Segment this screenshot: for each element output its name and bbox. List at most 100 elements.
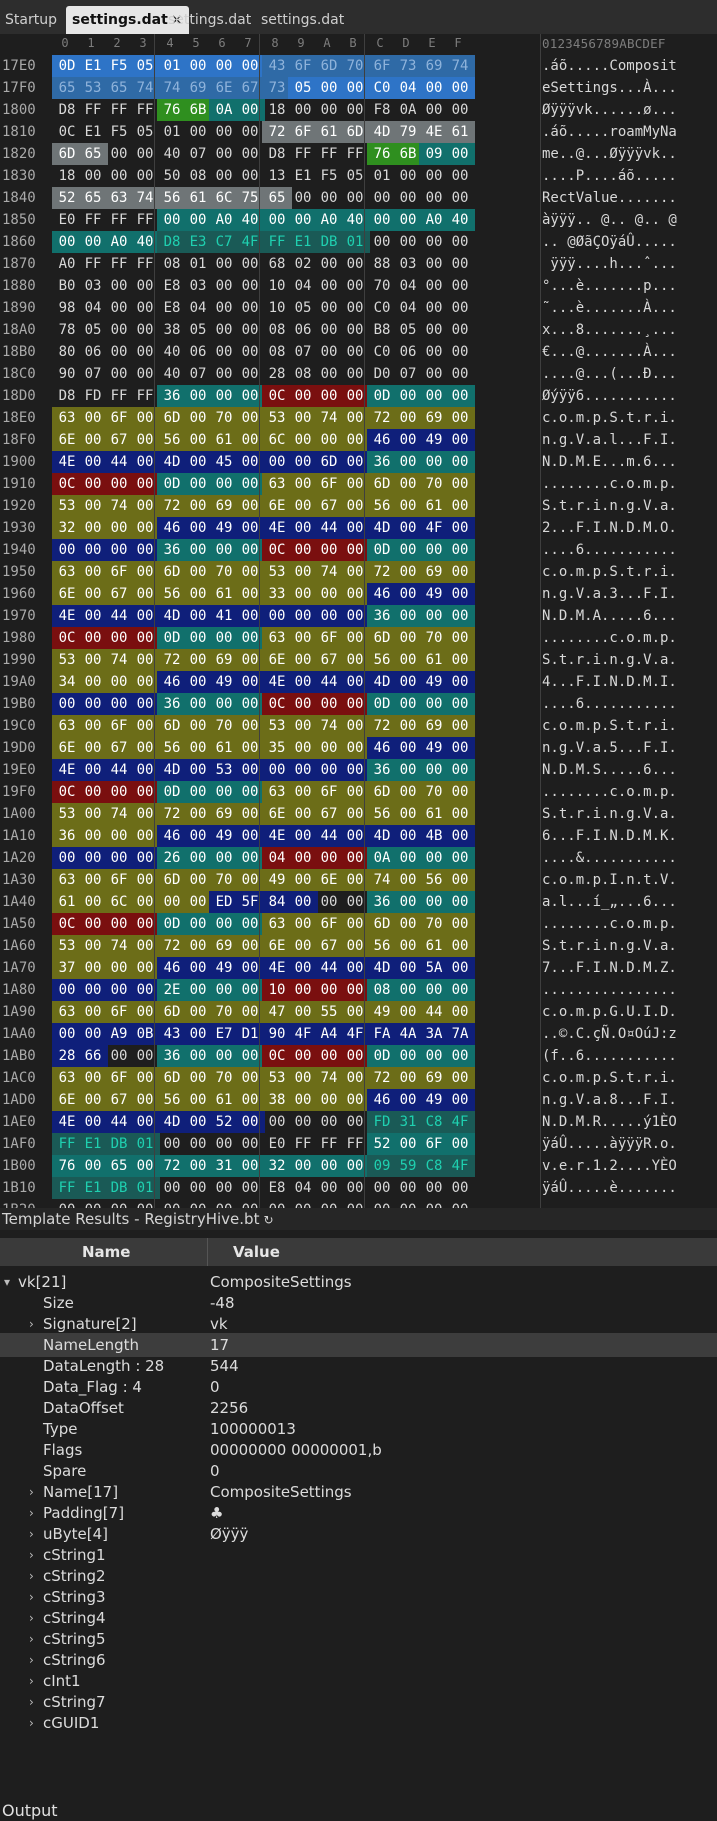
hex-byte[interactable]: 00: [130, 803, 160, 825]
hex-byte[interactable]: 00: [445, 363, 475, 385]
ascii-text[interactable]: S.t.r.i.n.g.V.a.: [542, 495, 677, 517]
hex-byte[interactable]: 00: [340, 869, 370, 891]
ascii-text[interactable]: 6...F.I.N.D.M.K.: [542, 825, 677, 847]
hex-byte[interactable]: 00: [235, 957, 265, 979]
hex-byte[interactable]: 00: [340, 1199, 370, 1208]
hex-byte[interactable]: 00: [340, 319, 370, 341]
hex-byte[interactable]: 00: [235, 429, 265, 451]
hex-byte[interactable]: 75: [235, 187, 265, 209]
hex-byte[interactable]: 00: [130, 165, 160, 187]
hex-byte[interactable]: 00: [130, 275, 160, 297]
hex-byte[interactable]: 00: [340, 341, 370, 363]
ascii-text[interactable]: ........c.o.m.p.: [542, 473, 677, 495]
hex-byte[interactable]: 00: [445, 297, 475, 319]
hex-byte[interactable]: 00: [235, 143, 265, 165]
hex-byte[interactable]: 74: [130, 187, 160, 209]
ascii-text[interactable]: ....@...(...Ð...: [542, 363, 677, 385]
hex-byte[interactable]: 00: [340, 605, 370, 627]
hex-byte[interactable]: 00: [340, 957, 370, 979]
hex-byte[interactable]: 00: [235, 825, 265, 847]
hex-byte[interactable]: 74: [130, 77, 160, 99]
hex-byte[interactable]: 40: [445, 209, 475, 231]
hex-byte[interactable]: 00: [340, 495, 370, 517]
hex-byte[interactable]: 7A: [445, 1023, 475, 1045]
ascii-text[interactable]: ....6...........: [542, 693, 677, 715]
hex-byte[interactable]: 00: [235, 121, 265, 143]
hex-byte[interactable]: 01: [130, 1177, 160, 1199]
hex-byte[interactable]: 00: [130, 1111, 160, 1133]
hex-byte[interactable]: 00: [235, 495, 265, 517]
hex-byte[interactable]: 00: [445, 407, 475, 429]
ascii-text[interactable]: n.g.V.a.5...F.I.: [542, 737, 677, 759]
hex-byte[interactable]: 00: [235, 1177, 265, 1199]
hex-byte[interactable]: 00: [445, 231, 475, 253]
hex-byte[interactable]: 00: [445, 847, 475, 869]
hex-byte[interactable]: 00: [340, 693, 370, 715]
hex-byte[interactable]: 00: [235, 693, 265, 715]
ascii-text[interactable]: ˜...è.......À...: [542, 297, 677, 319]
hex-byte[interactable]: 05: [130, 121, 160, 143]
hex-byte[interactable]: 05: [340, 165, 370, 187]
ascii-text[interactable]: 4...F.I.N.D.M.I.: [542, 671, 677, 693]
hex-byte[interactable]: 00: [340, 583, 370, 605]
hex-byte[interactable]: 00: [340, 1089, 370, 1111]
hex-byte[interactable]: 00: [235, 1001, 265, 1023]
hex-byte[interactable]: 00: [130, 913, 160, 935]
hex-byte[interactable]: 01: [130, 1133, 160, 1155]
ascii-text[interactable]: .. @ØãÇOÿáÛ.....: [542, 231, 677, 253]
hex-byte[interactable]: 00: [445, 737, 475, 759]
hex-byte[interactable]: 00: [235, 1067, 265, 1089]
ascii-text[interactable]: n.g.V.a.3...F.I.: [542, 583, 677, 605]
hex-byte[interactable]: 00: [445, 143, 475, 165]
hex-byte[interactable]: 00: [235, 627, 265, 649]
hex-byte[interactable]: 00: [340, 363, 370, 385]
template-row[interactable]: › cGUID1: [0, 1711, 717, 1735]
hex-byte[interactable]: 00: [340, 77, 370, 99]
hex-byte[interactable]: 00: [130, 1089, 160, 1111]
hex-byte[interactable]: 5F: [235, 891, 265, 913]
hex-byte[interactable]: 40: [340, 209, 370, 231]
hex-byte[interactable]: 00: [340, 517, 370, 539]
hex-byte[interactable]: 00: [235, 913, 265, 935]
hex-byte[interactable]: 00: [130, 825, 160, 847]
hex-byte[interactable]: 00: [340, 385, 370, 407]
ascii-text[interactable]: n.g.V.a.l...F.I.: [542, 429, 677, 451]
hex-byte[interactable]: 00: [340, 297, 370, 319]
hex-byte[interactable]: 00: [130, 517, 160, 539]
hex-byte[interactable]: 00: [445, 275, 475, 297]
hex-byte[interactable]: 00: [130, 649, 160, 671]
refresh-icon[interactable]: ↻: [263, 1213, 273, 1227]
hex-byte[interactable]: 00: [235, 671, 265, 693]
ascii-text[interactable]: ........c.o.m.p.: [542, 781, 677, 803]
hex-byte[interactable]: 00: [130, 957, 160, 979]
ascii-text[interactable]: c.o.m.p.G.U.I.D.: [542, 1001, 677, 1023]
hex-byte[interactable]: 00: [235, 1155, 265, 1177]
ascii-text[interactable]: .áõ.....Composit: [542, 55, 677, 77]
hex-byte[interactable]: 00: [235, 1111, 265, 1133]
ascii-text[interactable]: S.t.r.i.n.g.V.a.: [542, 649, 677, 671]
hex-byte[interactable]: 00: [445, 605, 475, 627]
ascii-text[interactable]: °...è.......p...: [542, 275, 677, 297]
hex-byte[interactable]: 00: [340, 1111, 370, 1133]
hex-byte[interactable]: 00: [340, 781, 370, 803]
ascii-text[interactable]: c.o.m.p.S.t.r.i.: [542, 561, 677, 583]
hex-byte[interactable]: 4F: [445, 1155, 475, 1177]
tab-settings-2[interactable]: settings.dat: [168, 6, 251, 34]
hex-byte[interactable]: FF: [130, 209, 160, 231]
hex-byte[interactable]: 00: [235, 715, 265, 737]
hex-byte[interactable]: 05: [130, 55, 160, 77]
hex-byte[interactable]: 00: [130, 341, 160, 363]
hex-byte[interactable]: 00: [445, 319, 475, 341]
hex-byte[interactable]: 00: [130, 627, 160, 649]
hex-byte[interactable]: 00: [130, 693, 160, 715]
hex-byte[interactable]: 4F: [340, 1023, 370, 1045]
hex-byte[interactable]: 00: [340, 979, 370, 1001]
hex-byte[interactable]: 00: [340, 715, 370, 737]
hex-byte[interactable]: 61: [445, 121, 475, 143]
hex-byte[interactable]: 00: [130, 1001, 160, 1023]
ascii-text[interactable]: S.t.r.i.n.g.V.a.: [542, 803, 677, 825]
hex-byte[interactable]: 00: [130, 407, 160, 429]
tab-startup[interactable]: Startup: [5, 6, 57, 34]
hex-byte[interactable]: FF: [130, 253, 160, 275]
hex-byte[interactable]: 00: [340, 671, 370, 693]
